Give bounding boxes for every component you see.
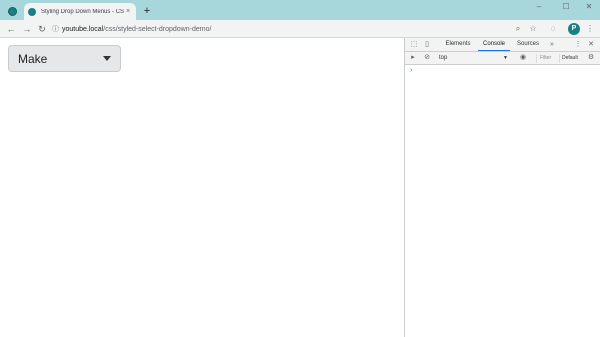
tab-title: Styling Drop Down Menus - CSS: [41, 8, 124, 15]
devtools-menu-icon[interactable]: ⋮: [573, 40, 583, 50]
clear-console-icon[interactable]: ⊘: [422, 53, 432, 63]
tab-close-icon[interactable]: ×: [124, 8, 132, 15]
zoom-icon[interactable]: ⌕: [512, 23, 524, 35]
app-logo-icon: [7, 7, 17, 16]
make-select-value: Make: [18, 51, 48, 66]
page-viewport: Make: [0, 38, 404, 337]
bookmark-star-icon[interactable]: ☆: [527, 23, 539, 35]
caret-down-icon: [103, 56, 111, 61]
browser-menu-icon[interactable]: ⋮: [584, 23, 596, 35]
browser-tab[interactable]: Styling Drop Down Menus - CSS ×: [24, 3, 136, 20]
profile-avatar[interactable]: P: [568, 23, 580, 35]
tab-sources[interactable]: Sources: [513, 38, 543, 51]
log-levels-dropdown[interactable]: Default: [559, 54, 581, 63]
more-tabs-icon[interactable]: »: [547, 40, 557, 50]
console-filter-input[interactable]: Filter: [536, 54, 558, 63]
extension-icon[interactable]: ◌: [547, 23, 559, 35]
address-bar[interactable]: ⓘ youtube.local/css/styled-select-dropdo…: [52, 22, 452, 36]
url-host: youtube.local: [62, 25, 104, 33]
make-select[interactable]: Make: [8, 45, 121, 72]
reload-button[interactable]: ↻: [35, 22, 49, 36]
live-expression-eye-icon[interactable]: ◉: [518, 53, 528, 63]
url-path: /css/styled-select-dropdown-demo/: [103, 25, 212, 33]
console-prompt[interactable]: ›: [410, 67, 412, 74]
chevron-down-icon: ▼: [503, 55, 508, 61]
minimize-button[interactable]: –: [530, 0, 548, 14]
sidebar-toggle-icon[interactable]: ▸: [408, 53, 418, 63]
forward-button[interactable]: →: [20, 22, 34, 36]
tab-elements[interactable]: Elements: [441, 38, 475, 51]
devtools-panel: ⬚ ▯ Elements Console Sources » ⋮ ✕ ▸ ⊘ t…: [404, 38, 600, 337]
new-tab-button[interactable]: +: [140, 4, 154, 18]
devtools-close-icon[interactable]: ✕: [586, 40, 596, 50]
browser-toolbar: ← → ↻ ⓘ youtube.local/css/styled-select-…: [0, 20, 600, 38]
maximize-button[interactable]: ☐: [557, 0, 575, 14]
tab-console[interactable]: Console: [478, 38, 510, 51]
device-toolbar-icon[interactable]: ▯: [422, 40, 432, 50]
console-settings-icon[interactable]: ⚙: [586, 53, 596, 63]
site-info-icon[interactable]: ⓘ: [52, 24, 62, 34]
window-close-button[interactable]: ✕: [580, 0, 598, 14]
back-button[interactable]: ←: [4, 22, 18, 36]
devtools-tab-bar: ⬚ ▯ Elements Console Sources » ⋮ ✕: [405, 38, 600, 52]
tab-strip: Styling Drop Down Menus - CSS × + – ☐ ✕: [0, 0, 600, 20]
app-logo[interactable]: [0, 3, 24, 20]
console-toolbar: ▸ ⊘ top ▼ ◉ Filter Default ⚙: [405, 52, 600, 65]
inspect-element-icon[interactable]: ⬚: [409, 40, 419, 50]
tab-favicon-icon: [28, 7, 36, 16]
